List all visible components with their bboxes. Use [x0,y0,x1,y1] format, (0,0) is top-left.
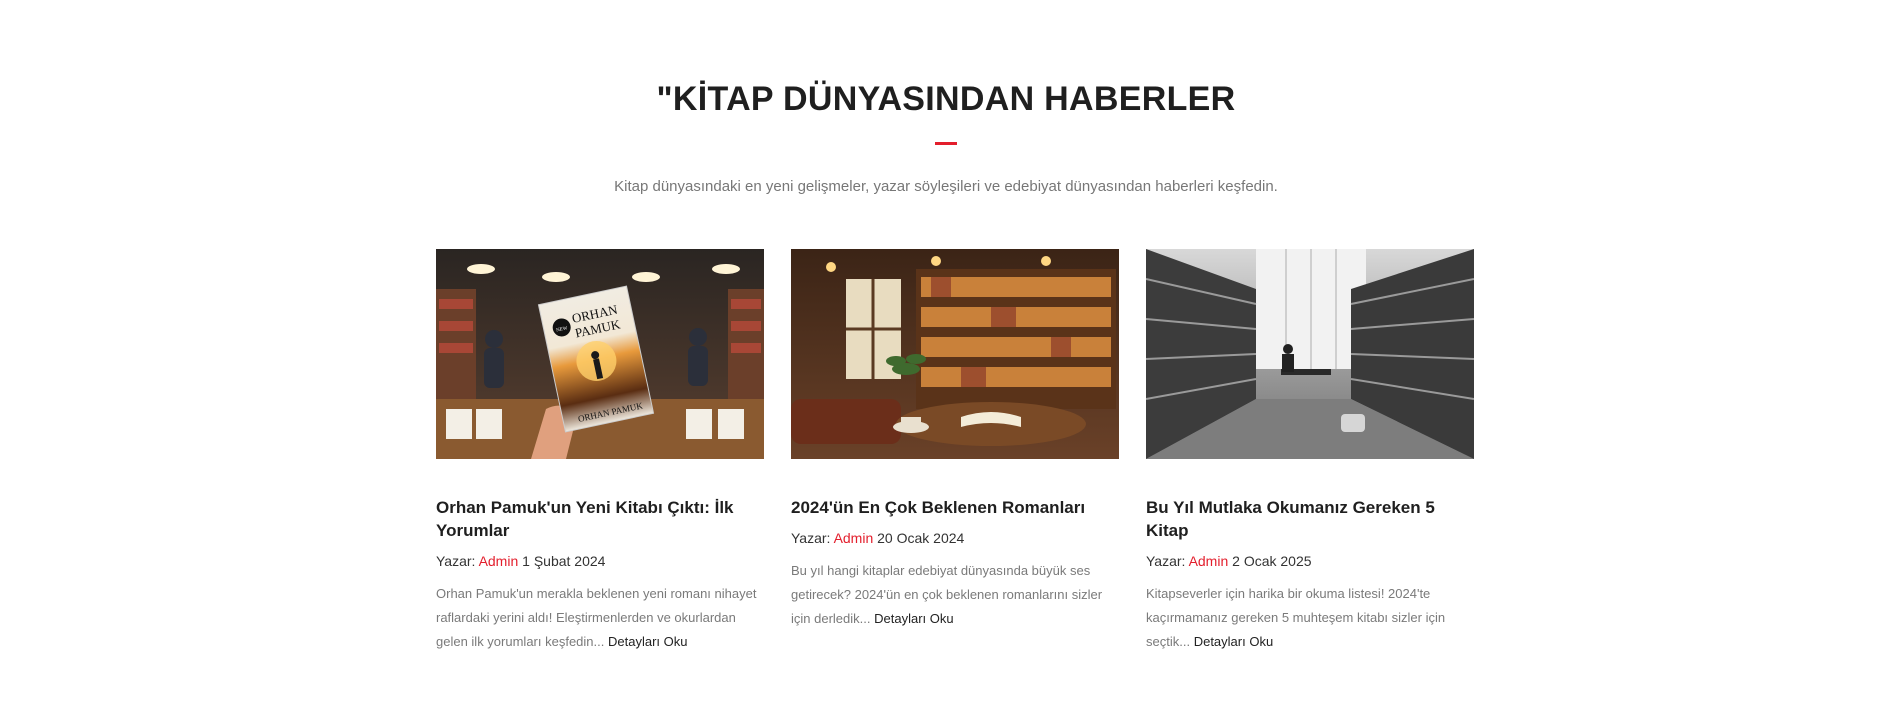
article-card: 2024'ün En Çok Beklenen Romanları Yazar:… [791,249,1119,654]
article-excerpt: Bu yıl hangi kitaplar edebiyat dünyasınd… [791,559,1119,631]
article-date: 2 Ocak 2025 [1232,553,1312,569]
library-shelves-illustration [1146,249,1474,459]
library-shelves-image[interactable] [1146,249,1474,459]
article-meta: Yazar: Admin 20 Ocak 2024 [791,530,1119,546]
author-link[interactable]: Admin [1189,553,1229,569]
read-more-link[interactable]: Detayları Oku [608,634,687,649]
article-date: 1 Şubat 2024 [522,553,606,569]
news-section: "KİTAP DÜNYASINDAN HABERLER Kitap dünyas… [0,0,1892,706]
author-prefix: Yazar: [791,530,831,546]
section-subtitle: Kitap dünyasındaki en yeni gelişmeler, y… [614,178,1278,195]
article-title[interactable]: 2024'ün En Çok Beklenen Romanları [791,496,1119,519]
author-link[interactable]: Admin [479,553,519,569]
excerpt-text: Orhan Pamuk'un merakla beklenen yeni rom… [436,586,757,649]
article-card: ORHAN PAMUK NEW ORHAN PAMUK Orhan Pamuk'… [436,249,764,654]
article-meta: Yazar: Admin 1 Şubat 2024 [436,553,764,569]
book-in-hand-image[interactable]: ORHAN PAMUK NEW ORHAN PAMUK [436,249,764,459]
article-list: ORHAN PAMUK NEW ORHAN PAMUK Orhan Pamuk'… [436,249,1474,654]
book-in-hand-illustration: ORHAN PAMUK NEW ORHAN PAMUK [436,249,764,459]
author-prefix: Yazar: [1146,553,1186,569]
article-excerpt: Kitapseverler için harika bir okuma list… [1146,582,1474,654]
section-title: "KİTAP DÜNYASINDAN HABERLER [656,80,1236,118]
cozy-library-image[interactable] [791,249,1119,459]
author-prefix: Yazar: [436,553,476,569]
article-title[interactable]: Bu Yıl Mutlaka Okumanız Gereken 5 Kitap [1146,496,1474,542]
article-title[interactable]: Orhan Pamuk'un Yeni Kitabı Çıktı: İlk Yo… [436,496,764,542]
read-more-link[interactable]: Detayları Oku [874,611,953,626]
article-date: 20 Ocak 2024 [877,530,965,546]
article-card: Bu Yıl Mutlaka Okumanız Gereken 5 Kitap … [1146,249,1474,654]
read-more-link[interactable]: Detayları Oku [1194,634,1273,649]
article-meta: Yazar: Admin 2 Ocak 2025 [1146,553,1474,569]
excerpt-text: Kitapseverler için harika bir okuma list… [1146,586,1446,649]
cozy-library-illustration [791,249,1119,459]
article-excerpt: Orhan Pamuk'un merakla beklenen yeni rom… [436,582,764,654]
author-link[interactable]: Admin [834,530,874,546]
title-underline [935,142,957,145]
